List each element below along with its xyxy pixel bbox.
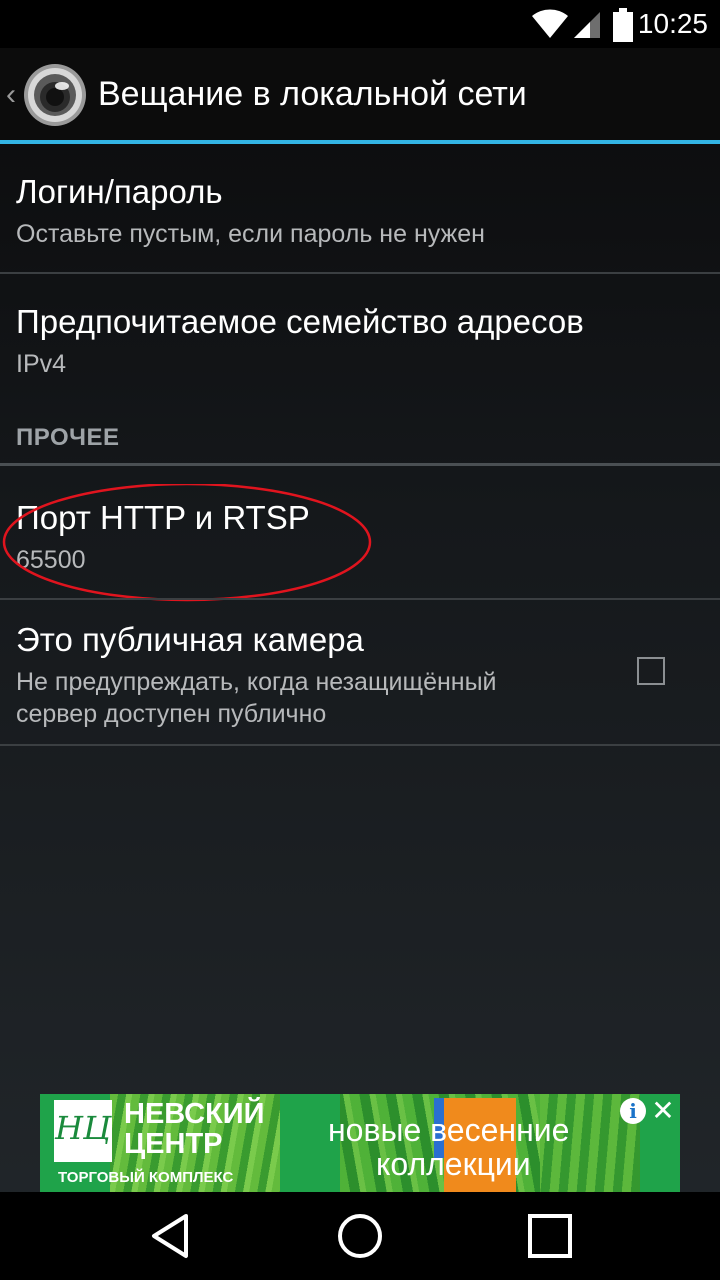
ad-logo: НЦ <box>54 1100 112 1162</box>
pref-title: Предпочитаемое семейство адресов <box>16 303 584 340</box>
clock: 10:25 <box>637 8 708 39</box>
recents-icon[interactable] <box>524 1210 576 1262</box>
battery-icon <box>613 8 633 42</box>
up-caret-icon[interactable]: ‹ <box>6 78 16 112</box>
app-camera-icon[interactable] <box>22 62 88 128</box>
highlight-ellipse-annotation <box>2 484 372 602</box>
home-icon[interactable] <box>334 1210 386 1262</box>
navigation-bar <box>0 1192 720 1280</box>
ad-info-icon[interactable]: i <box>620 1098 646 1124</box>
ad-tagline-line-2: коллекции <box>376 1146 531 1182</box>
cell-signal-icon <box>574 12 600 38</box>
pref-title: Логин/пароль <box>16 173 223 210</box>
pref-summary-line-2: сервер доступен публично <box>16 700 327 728</box>
ad-logo-text: НЦ <box>55 1109 111 1147</box>
ad-brand-subtitle: ТОРГОВЫЙ КОМПЛЕКС <box>58 1169 234 1186</box>
back-icon[interactable] <box>146 1210 198 1262</box>
screen: 10:25 ‹ Вещание в локальной сети Логин/п… <box>0 0 720 1280</box>
pref-summary-line-1: Не предупреждать, когда незащищённый <box>16 668 497 696</box>
ad-brand-line-2: ЦЕНТР <box>124 1128 223 1160</box>
ad-tagline-line-1: новые весенние <box>328 1112 570 1148</box>
category-header-other: ПРОЧЕЕ <box>16 424 120 451</box>
pref-title: Это публичная камера <box>16 621 364 658</box>
page-title: Вещание в локальной сети <box>98 75 527 113</box>
ad-banner[interactable]: НЦ НЕВСКИЙ ЦЕНТР ТОРГОВЫЙ КОМПЛЕКС новые… <box>40 1094 680 1192</box>
pref-summary: Оставьте пустым, если пароль не нужен <box>16 220 485 248</box>
pref-public-camera[interactable]: Это публичная камера Не предупреждать, к… <box>0 600 720 744</box>
status-bar: 10:25 <box>0 0 720 48</box>
ad-brand-line-1: НЕВСКИЙ <box>124 1098 265 1130</box>
pref-login-password[interactable]: Логин/пароль Оставьте пустым, если парол… <box>0 144 720 272</box>
public-camera-checkbox[interactable] <box>637 657 665 685</box>
pref-summary: IPv4 <box>16 350 67 378</box>
action-bar: ‹ Вещание в локальной сети <box>0 48 720 144</box>
divider <box>0 744 720 746</box>
ad-close-icon[interactable]: ✕ <box>650 1097 676 1125</box>
wifi-icon <box>532 9 568 39</box>
pref-address-family[interactable]: Предпочитаемое семейство адресов IPv4 <box>0 274 720 394</box>
